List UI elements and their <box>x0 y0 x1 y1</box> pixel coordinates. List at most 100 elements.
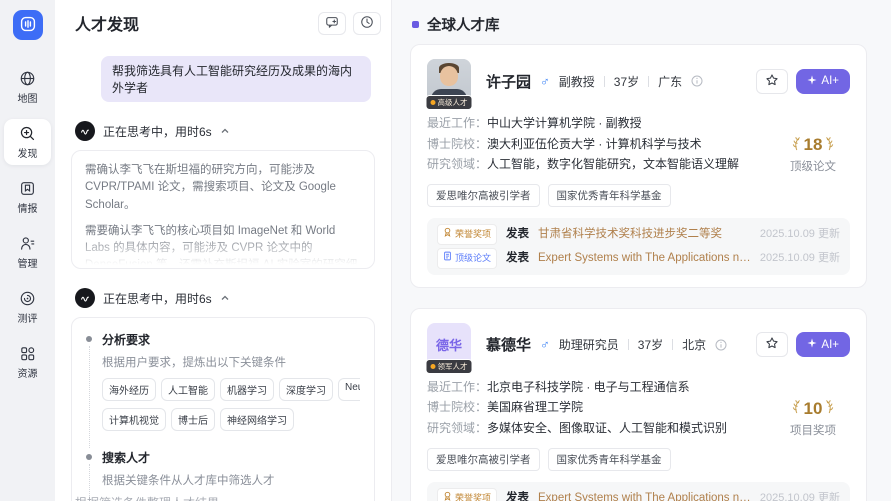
laurel-left-icon <box>792 399 801 418</box>
info-value: 澳大利亚伍伦贡大学 · 计算机科学与技术 <box>487 137 792 153</box>
thinking-status-row-1[interactable]: 正在思考中，用时6s <box>71 121 375 141</box>
thinking-status-row-2[interactable]: 正在思考中，用时6s <box>71 288 375 308</box>
app-root: 地图 发现 情报 管理 测评 资源 人才发现 <box>0 0 891 501</box>
person-name[interactable]: 许子园 <box>486 71 531 92</box>
sidebar-item-discover[interactable]: 发现 <box>4 119 51 165</box>
step-title: 搜索人才 <box>102 449 360 466</box>
assistant-avatar <box>75 288 95 308</box>
honor-tags: 爱思唯尔高被引学者 国家优秀青年科学基金 <box>427 448 850 471</box>
honor-tag: 爱思唯尔高被引学者 <box>427 448 540 471</box>
divider <box>648 76 649 87</box>
favorite-button[interactable] <box>756 69 788 94</box>
person-location: 北京 <box>682 336 706 353</box>
step-rail <box>89 346 90 448</box>
thinking-status-text: 正在思考中，用时6s <box>103 290 212 307</box>
document-icon <box>443 250 452 267</box>
tier-badge: 领军人才 <box>426 359 473 374</box>
ai-plus-button[interactable]: AI+ <box>796 69 850 94</box>
avatar-wrap: 高级人才 <box>427 59 471 103</box>
divider <box>628 339 629 350</box>
info-icon[interactable] <box>715 339 727 351</box>
event-link[interactable]: 甘肃省科学技术奖科技进步奖二等奖 <box>538 226 722 243</box>
male-icon: ♂ <box>540 338 550 351</box>
favorite-button[interactable] <box>756 332 788 357</box>
identity-block: 许子园 ♂ 副教授 37岁 广东 <box>486 71 703 92</box>
person-age: 37岁 <box>614 73 639 90</box>
events-box: 荣誉奖项 发表 甘肃省科学技术奖科技进步奖二等奖 2025.10.09 更新 顶… <box>427 218 850 275</box>
talent-pool-panel: 全球人才库 高级人才 许子园 ♂ 副教授 <box>392 0 891 501</box>
divider <box>672 339 673 350</box>
discover-icon <box>19 125 36 142</box>
sidebar-item-assess[interactable]: 测评 <box>4 284 51 330</box>
user-message-bubble: 帮我筛选具有人工智能研究经历及成果的海内外学者 <box>101 56 371 102</box>
event-date: 2025.10.09 更新 <box>760 490 840 501</box>
step-bullet <box>86 336 92 342</box>
app-logo[interactable] <box>13 10 43 40</box>
event-badge-label: 顶级论文 <box>455 250 491 267</box>
sidebar-item-intel[interactable]: 情报 <box>4 174 51 220</box>
card-header: 高级人才 许子园 ♂ 副教授 37岁 广东 <box>427 59 850 103</box>
honor-tags: 爱思唯尔高被引学者 国家优秀青年科学基金 <box>427 184 850 207</box>
info-icon[interactable] <box>691 75 703 87</box>
step-analyze: 分析要求 根据用户要求，提炼出以下关键条件 海外经历 人工智能 机器学习 深度学… <box>86 331 360 449</box>
laurel-left-icon <box>792 136 801 155</box>
star-icon <box>765 336 779 353</box>
page-title: 人才发现 <box>75 11 139 35</box>
info-label: 研究领域： <box>427 421 487 437</box>
sidebar-item-label: 情报 <box>18 200 38 215</box>
info-label: 最近工作： <box>427 116 487 132</box>
divider <box>604 76 605 87</box>
pool-title: 全球人才库 <box>427 14 500 35</box>
sidebar-item-label: 发现 <box>18 145 38 160</box>
sidebar-item-resource[interactable]: 资源 <box>4 339 51 385</box>
info-label: 研究领域： <box>427 157 487 173</box>
sidebar-item-map[interactable]: 地图 <box>4 64 51 110</box>
assess-icon <box>19 290 36 307</box>
keyword-chip: 人工智能 <box>161 378 215 401</box>
chevron-up-icon <box>220 293 230 303</box>
avatar-wrap: 德华 领军人才 <box>427 323 471 367</box>
new-chat-button[interactable] <box>318 12 346 35</box>
event-row: 荣誉奖项 发表 Expert Systems with The Applicat… <box>437 488 840 501</box>
info-value: 中山大学计算机学院 · 副教授 <box>487 116 732 132</box>
sidebar-item-label: 地图 <box>18 90 38 105</box>
ai-plus-button[interactable]: AI+ <box>796 332 850 357</box>
medal-icon <box>443 490 452 501</box>
step-title: 分析要求 <box>102 331 360 348</box>
laurel-right-icon <box>825 136 834 155</box>
ai-plus-label: AI+ <box>821 75 839 87</box>
person-age: 37岁 <box>638 336 663 353</box>
stat-number-line: 18 <box>774 135 852 155</box>
stat-value: 18 <box>804 135 823 155</box>
tier-badge: 高级人才 <box>426 95 473 110</box>
event-link[interactable]: Expert Systems with The Applications new… <box>538 490 751 501</box>
thinking-paragraph: 需确认李飞飞在斯坦福的研究方向，可能涉及 CVPR/TPAMI 论文，需搜索项目… <box>85 162 361 214</box>
talent-card[interactable]: 高级人才 许子园 ♂ 副教授 37岁 广东 <box>410 44 867 288</box>
event-row: 顶级论文 发表 Expert Systems with The Applicat… <box>437 248 840 269</box>
event-action: 发表 <box>506 250 529 267</box>
star-icon <box>765 73 779 90</box>
event-link[interactable]: Expert Systems with The Applications new… <box>538 250 751 267</box>
event-badge-honor: 荣誉奖项 <box>437 488 497 501</box>
card-actions: AI+ <box>756 332 850 357</box>
person-name[interactable]: 慕德华 <box>486 334 531 355</box>
stat-label: 顶级论文 <box>774 158 852 174</box>
manage-icon <box>19 235 36 252</box>
new-chat-icon <box>325 15 339 32</box>
talent-card[interactable]: 德华 领军人才 慕德华 ♂ 助理研究员 37岁 北京 <box>410 308 867 501</box>
tier-dot-icon <box>431 364 436 369</box>
tier-label: 高级人才 <box>438 97 468 108</box>
info-row-work: 最近工作： 北京电子科技学院 · 电子与工程通信系 <box>427 380 850 396</box>
card-header: 德华 领军人才 慕德华 ♂ 助理研究员 37岁 北京 <box>427 323 850 367</box>
stat-block: 10 项目奖项 <box>774 399 852 438</box>
globe-icon <box>19 70 36 87</box>
chevron-up-icon <box>220 126 230 136</box>
card-actions: AI+ <box>756 69 850 94</box>
male-icon: ♂ <box>540 75 550 88</box>
history-button[interactable] <box>353 12 381 35</box>
honor-tag: 国家优秀青年科学基金 <box>548 448 671 471</box>
laurel-right-icon <box>825 399 834 418</box>
tier-dot-icon <box>431 100 436 105</box>
honor-tag: 爱思唯尔高被引学者 <box>427 184 540 207</box>
sidebar-item-manage[interactable]: 管理 <box>4 229 51 275</box>
